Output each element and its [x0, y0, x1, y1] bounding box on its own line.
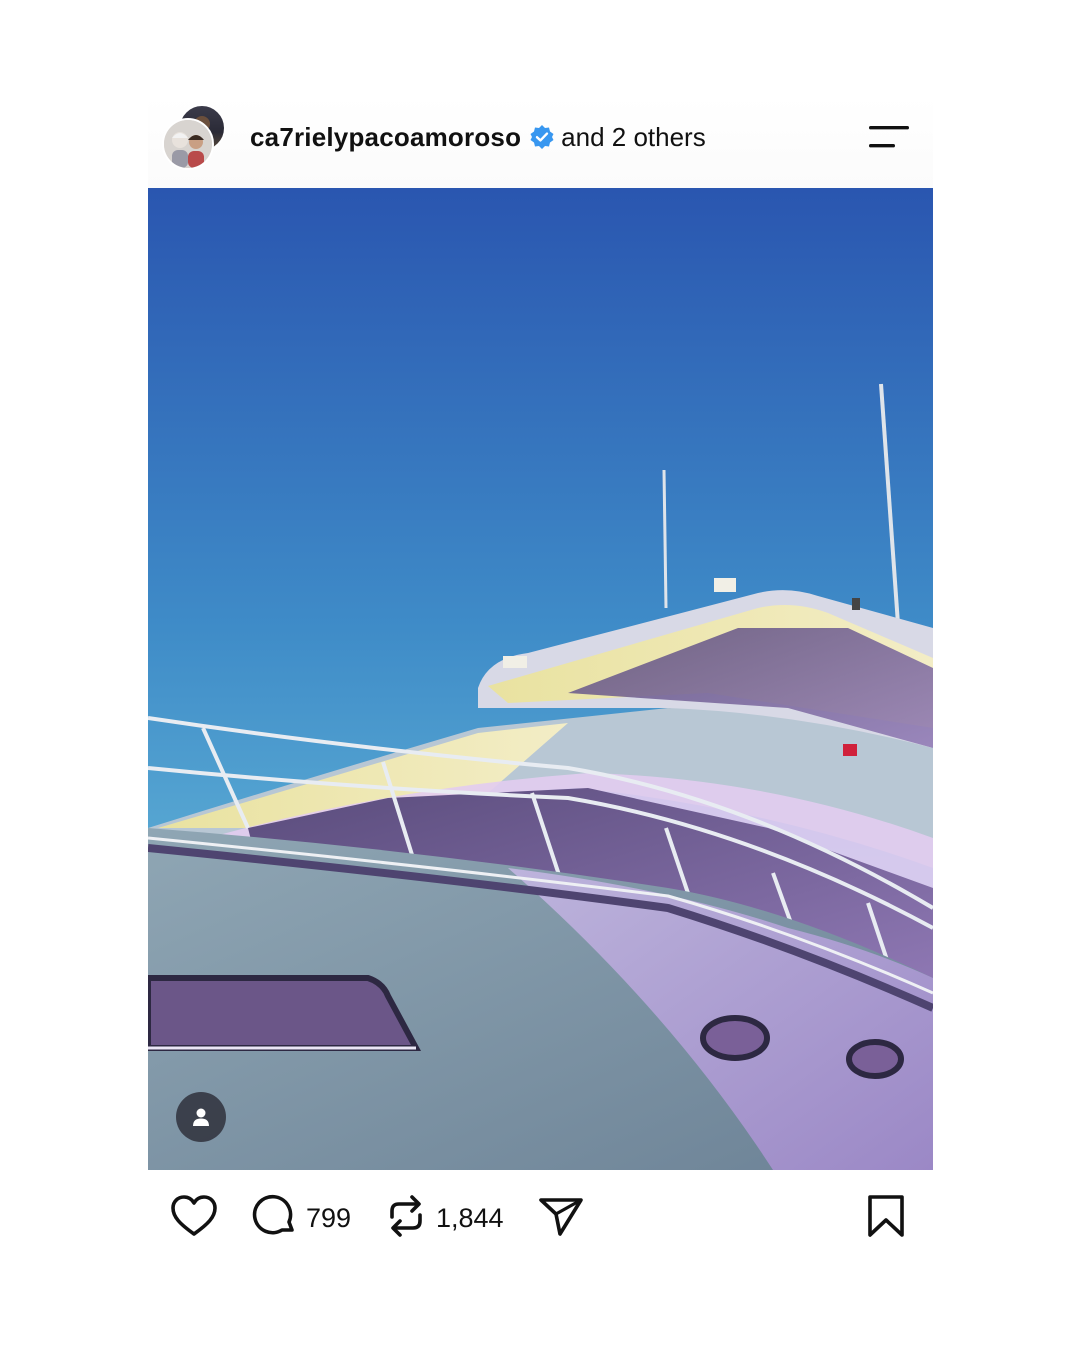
send-icon [538, 1194, 584, 1243]
comment-icon [252, 1193, 298, 1244]
repost-count: 1,844 [436, 1202, 504, 1233]
author-username[interactable]: ca7rielypacoamoroso [250, 122, 521, 153]
post-card: ca7rielypacoamoroso and 2 others 799 1,8… [148, 96, 933, 1276]
tagged-people-icon [190, 1106, 212, 1128]
coauthors-link[interactable]: and 2 others [561, 122, 706, 153]
author-line: ca7rielypacoamoroso and 2 others [250, 122, 706, 152]
author-avatars[interactable] [162, 104, 232, 170]
tagged-people-button[interactable] [176, 1092, 226, 1142]
post-header: ca7rielypacoamoroso and 2 others [148, 96, 933, 188]
repost-button[interactable]: 1,844 [384, 1194, 504, 1242]
menu-icon[interactable] [869, 124, 911, 150]
comment-count: 799 [306, 1202, 352, 1233]
author-avatar[interactable] [162, 118, 214, 170]
share-button[interactable] [538, 1194, 584, 1242]
bookmark-icon [866, 1194, 906, 1243]
post-image[interactable] [148, 188, 933, 1170]
repost-icon [384, 1193, 428, 1244]
like-button[interactable] [170, 1194, 218, 1242]
verified-badge-icon [529, 124, 555, 150]
comment-button[interactable]: 799 [252, 1194, 351, 1242]
save-button[interactable] [866, 1194, 906, 1242]
post-actions: 799 1,844 [148, 1192, 933, 1244]
heart-icon [170, 1194, 218, 1243]
